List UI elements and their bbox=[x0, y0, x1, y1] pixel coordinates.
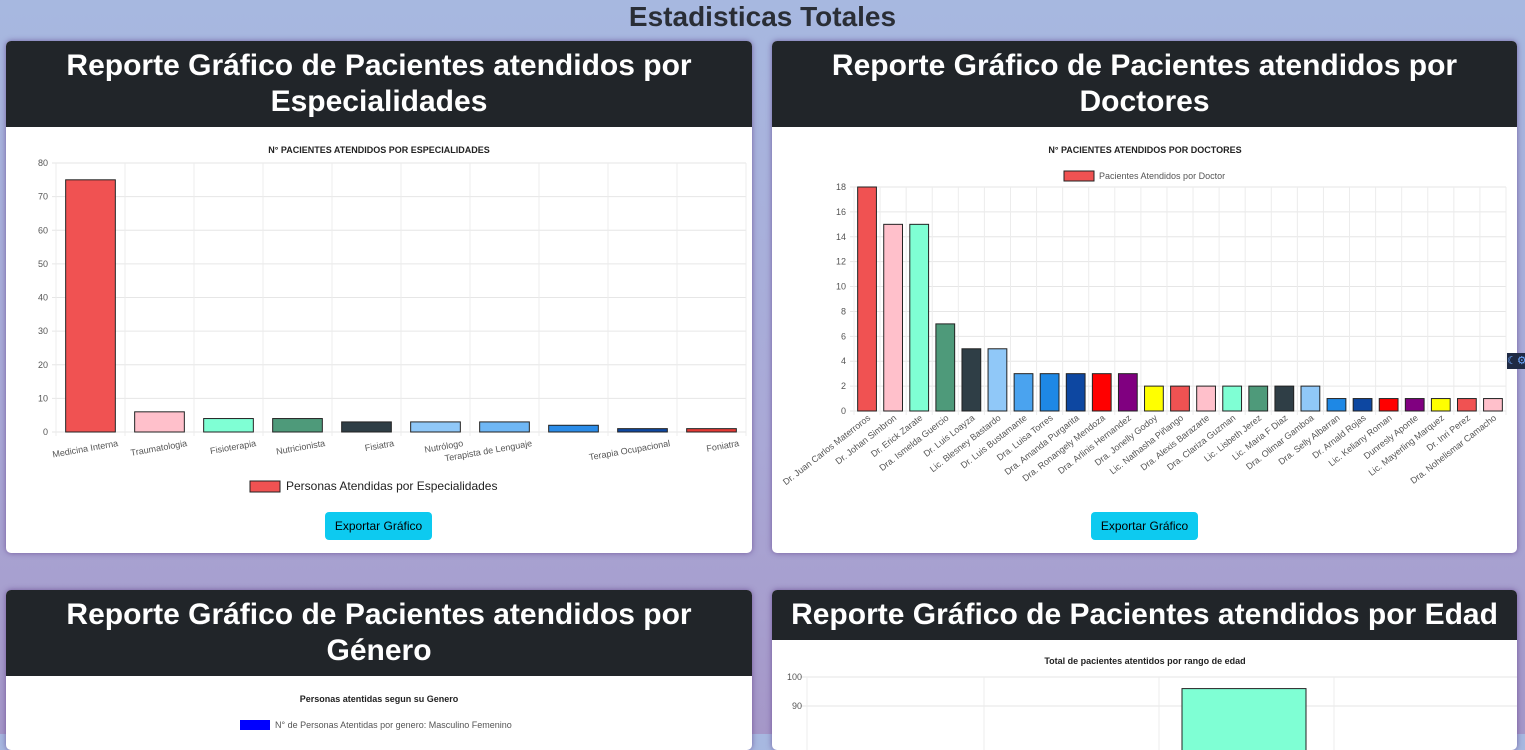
bar bbox=[1248, 385, 1269, 412]
y-tick-label: 10 bbox=[38, 393, 48, 403]
bar bbox=[1196, 385, 1216, 412]
legend-swatch bbox=[240, 720, 270, 730]
bar bbox=[1181, 688, 1307, 750]
y-tick-label: 20 bbox=[38, 360, 48, 370]
bar bbox=[272, 418, 323, 433]
bar bbox=[1326, 398, 1347, 412]
bar bbox=[341, 421, 392, 433]
x-tick-label: Fisioterapia bbox=[209, 438, 257, 456]
bar bbox=[1144, 385, 1164, 412]
y-tick-label: 40 bbox=[38, 293, 48, 303]
card-header: Reporte Gráfico de Pacientes atendidos p… bbox=[772, 590, 1517, 640]
bar bbox=[1091, 373, 1112, 412]
y-tick-label: 0 bbox=[43, 427, 48, 437]
bar bbox=[1117, 373, 1138, 412]
x-tick-label: Terapia Ocupacional bbox=[588, 438, 671, 462]
bar bbox=[961, 348, 982, 412]
genero-chart: Personas atentidas segun su Genero N° de … bbox=[240, 694, 512, 730]
y-tick-label: 2 bbox=[841, 381, 846, 391]
chart-title: Total de pacientes atentidos por rango d… bbox=[1044, 656, 1245, 666]
card-genero: Reporte Gráfico de Pacientes atendidos p… bbox=[6, 590, 752, 750]
x-tick-label: Traumatologia bbox=[130, 438, 188, 458]
bar bbox=[65, 179, 116, 433]
y-tick-label: 16 bbox=[836, 207, 846, 217]
bar bbox=[1274, 385, 1295, 412]
export-chart-button[interactable]: Exportar Gráfico bbox=[325, 512, 432, 540]
y-tick-label: 90 bbox=[792, 701, 802, 711]
y-tick-label: 10 bbox=[836, 282, 846, 292]
bar bbox=[987, 348, 1008, 412]
y-tick-label: 100 bbox=[787, 672, 802, 682]
chart-title: Personas atentidas segun su Genero bbox=[300, 694, 459, 704]
bar bbox=[134, 411, 185, 433]
card-header: Reporte Gráfico de Pacientes atendidos p… bbox=[6, 590, 752, 676]
chart-title: N° PACIENTES ATENDIDOS POR ESPECIALIDADE… bbox=[268, 145, 489, 155]
bar bbox=[617, 428, 668, 433]
card-doctores: Reporte Gráfico de Pacientes atendidos p… bbox=[772, 41, 1517, 553]
y-tick-label: 14 bbox=[836, 232, 846, 242]
y-tick-label: 0 bbox=[841, 406, 846, 416]
bar bbox=[548, 424, 599, 433]
floating-widget-icon[interactable]: ☾⚙ bbox=[1507, 353, 1525, 369]
bar bbox=[203, 418, 254, 433]
y-tick-label: 4 bbox=[841, 356, 846, 366]
bar bbox=[1352, 398, 1373, 412]
card-header: Reporte Gráfico de Pacientes atendidos p… bbox=[772, 41, 1517, 127]
y-tick-label: 60 bbox=[38, 225, 48, 235]
bar bbox=[1039, 373, 1060, 412]
card-especialidades: Reporte Gráfico de Pacientes atendidos p… bbox=[6, 41, 752, 553]
legend-swatch bbox=[249, 480, 281, 493]
especialidades-chart: N° PACIENTES ATENDIDOS POR ESPECIALIDADE… bbox=[38, 145, 747, 493]
bar bbox=[1430, 398, 1451, 412]
doctores-chart: N° PACIENTES ATENDIDOS POR DOCTORES 0 2 4 6 8… bbox=[781, 145, 1507, 487]
bar bbox=[1065, 373, 1086, 412]
x-tick-label: Foniatra bbox=[706, 438, 740, 454]
x-tick-label: Fisiatra bbox=[364, 438, 395, 453]
bar bbox=[479, 421, 530, 433]
legend-swatch bbox=[1063, 170, 1095, 182]
y-tick-label: 6 bbox=[841, 331, 846, 341]
card-header: Reporte Gráfico de Pacientes atendidos p… bbox=[6, 41, 752, 127]
bar bbox=[1483, 398, 1503, 412]
bar bbox=[1378, 398, 1399, 412]
chart-title: N° PACIENTES ATENDIDOS POR DOCTORES bbox=[1048, 145, 1241, 155]
bar bbox=[1404, 398, 1425, 412]
legend-label: N° de Personas Atentidas por genero: Mas… bbox=[275, 720, 512, 730]
y-tick-label: 12 bbox=[836, 257, 846, 267]
export-chart-button[interactable]: Exportar Gráfico bbox=[1091, 512, 1198, 540]
bar bbox=[935, 323, 956, 412]
bar bbox=[1300, 385, 1321, 412]
y-tick-label: 8 bbox=[841, 306, 846, 316]
bar bbox=[1456, 398, 1477, 412]
y-tick-label: 70 bbox=[38, 192, 48, 202]
card-edad: Reporte Gráfico de Pacientes atendidos p… bbox=[772, 590, 1517, 750]
y-tick-label: 50 bbox=[38, 259, 48, 269]
bar bbox=[883, 223, 904, 412]
y-tick-label: 18 bbox=[836, 182, 846, 192]
bar bbox=[857, 186, 877, 412]
y-tick-label: 30 bbox=[38, 326, 48, 336]
bar bbox=[686, 428, 737, 433]
y-tick-label: 80 bbox=[38, 158, 48, 168]
legend-label: Personas Atendidas por Especialidades bbox=[286, 479, 497, 493]
x-tick-label: Medicina Interna bbox=[52, 438, 119, 459]
legend-label: Pacientes Atendidos por Doctor bbox=[1099, 171, 1225, 181]
bar bbox=[909, 223, 930, 412]
x-tick-label: Nutricionista bbox=[275, 438, 326, 456]
bar bbox=[1013, 373, 1034, 412]
page-title: Estadisticas Totales bbox=[628, 1, 897, 32]
bar bbox=[1170, 385, 1190, 412]
bar bbox=[1222, 385, 1243, 412]
bar bbox=[410, 421, 461, 433]
